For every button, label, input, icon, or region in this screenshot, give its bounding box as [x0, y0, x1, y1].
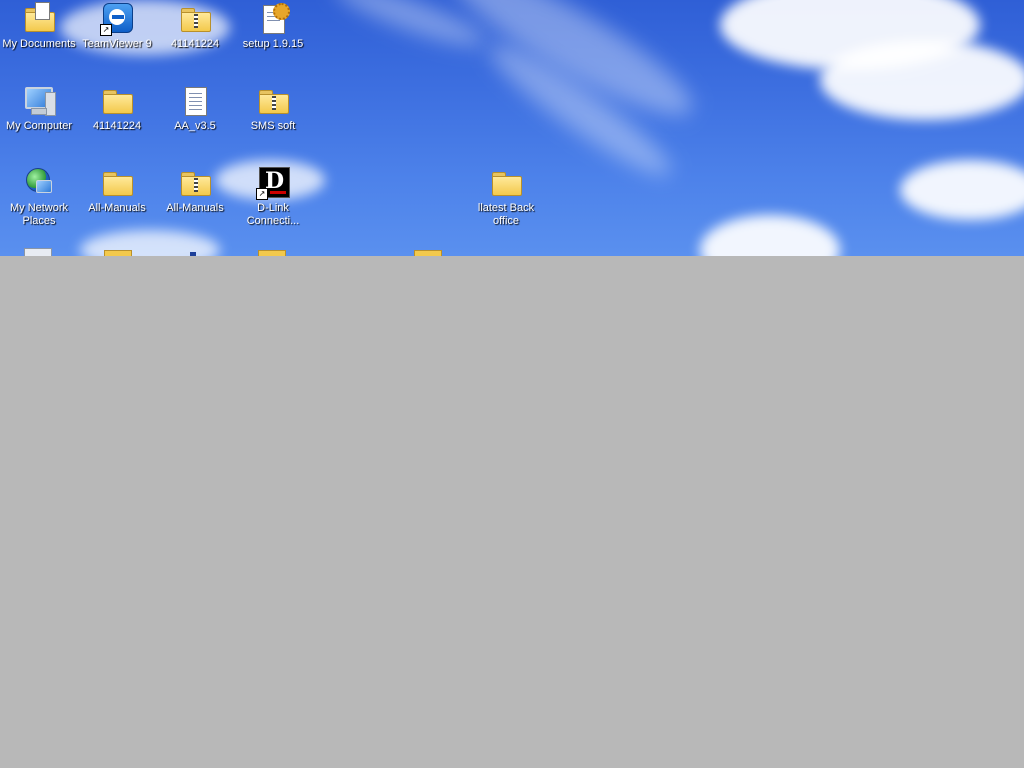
dlink-icon: D ↗: [256, 166, 290, 200]
desktop-icon-label: TeamViewer 9: [82, 38, 152, 50]
desktop-icon-my-computer[interactable]: My Computer: [0, 84, 78, 133]
desktop-icon-label: SMS soft: [250, 120, 296, 132]
desktop-icon-label: My Documents: [2, 38, 76, 50]
desktop-icon-label: D-Link Connecti...: [246, 202, 300, 227]
shortcut-arrow-icon: ↗: [256, 188, 268, 200]
desktop-icon-41141224-zip[interactable]: 41141224: [156, 2, 234, 51]
zip-folder-icon: [256, 84, 290, 118]
desktop-icon-all-manuals-zip[interactable]: All-Manuals: [156, 166, 234, 215]
cloud: [820, 40, 1024, 120]
desktop-icon-label: AA_v3.5: [174, 120, 216, 132]
setup-document-icon: [256, 2, 290, 36]
partial-icon: [24, 248, 52, 256]
my-documents-folder-icon: [22, 2, 56, 36]
folder-icon: [100, 166, 134, 200]
desktop-icon-latest-back-office[interactable]: llatest Back office: [467, 166, 545, 228]
document-icon: [178, 84, 212, 118]
desktop-icon-my-documents[interactable]: My Documents: [0, 2, 78, 51]
desktop-icon-teamviewer[interactable]: ↗ TeamViewer 9: [78, 2, 156, 51]
cloud: [900, 160, 1024, 220]
zip-folder-icon: [178, 2, 212, 36]
desktop-icon-label: All-Manuals: [88, 202, 146, 214]
desktop-icon-label: llatest Back office: [477, 202, 535, 227]
desktop-icon-label: My Network Places: [9, 202, 69, 227]
desktop-icon-41141224-folder[interactable]: 41141224: [78, 84, 156, 133]
desktop-icon-label: 41141224: [170, 38, 220, 50]
shortcut-arrow-icon: ↗: [100, 24, 112, 36]
cloud: [80, 230, 220, 256]
desktop-icon-label: setup 1.9.15: [242, 38, 304, 50]
network-globe-icon: [22, 166, 56, 200]
desktop-icon-my-network-places[interactable]: My Network Places: [0, 166, 78, 228]
teamviewer-icon: ↗: [100, 2, 134, 36]
cloud-streak: [329, 0, 491, 57]
desktop-icon-label: My Computer: [5, 120, 73, 132]
desktop-icon-aa-v35[interactable]: AA_v3.5: [156, 84, 234, 133]
desktop-icon-label: 41141224: [92, 120, 142, 132]
cloud: [700, 215, 840, 256]
folder-icon: [489, 166, 523, 200]
zip-folder-icon: [178, 166, 212, 200]
desktop-wallpaper: My Documents ↗ TeamViewer 9 41141224 set…: [0, 0, 1024, 256]
desktop-icon-dlink[interactable]: D ↗ D-Link Connecti...: [234, 166, 312, 228]
desktop-icon-sms-soft[interactable]: SMS soft: [234, 84, 312, 133]
unrendered-screen-area: [0, 256, 1024, 768]
computer-icon: [22, 84, 56, 118]
desktop-icon-label: All-Manuals: [166, 202, 224, 214]
desktop-icon-all-manuals-folder[interactable]: All-Manuals: [78, 166, 156, 215]
desktop-icon-setup[interactable]: setup 1.9.15: [234, 2, 312, 51]
folder-icon: [100, 84, 134, 118]
